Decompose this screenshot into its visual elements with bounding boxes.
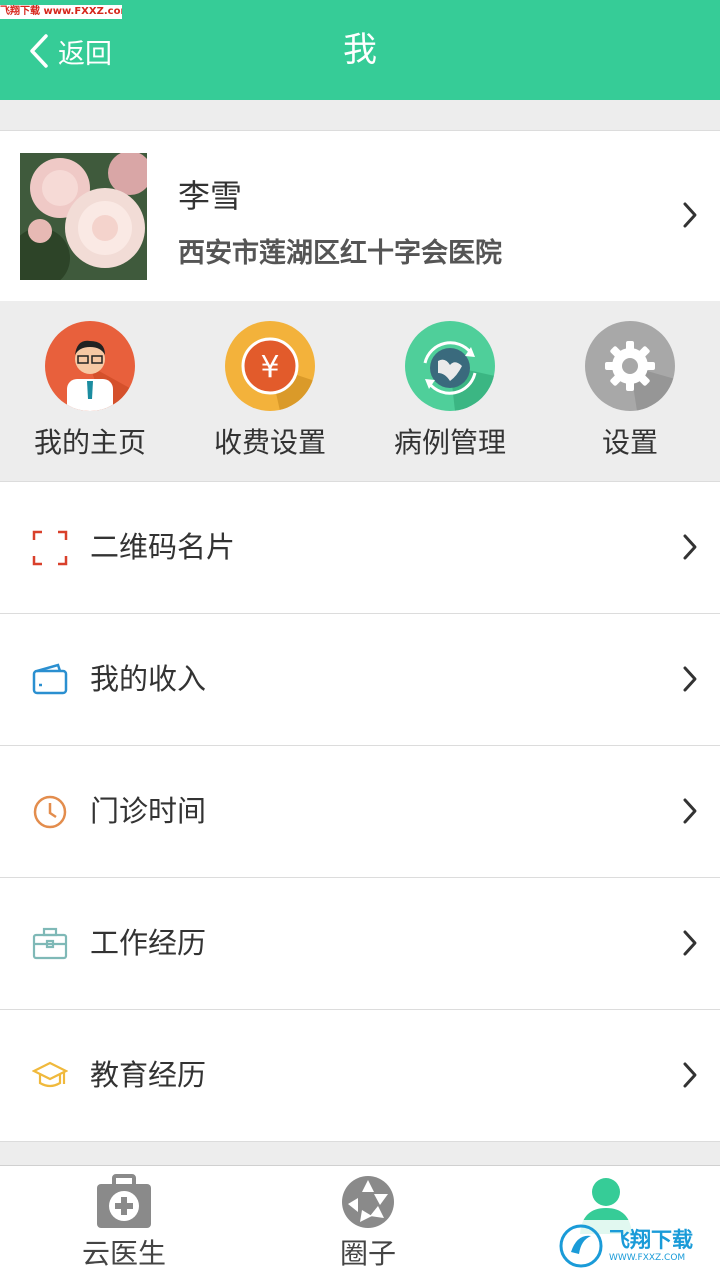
aperture-icon — [342, 1176, 394, 1228]
quick-label: 我的主页 — [33, 426, 146, 459]
menu-label: 工作经历 — [90, 926, 207, 960]
graduation-cap-icon — [32, 1061, 68, 1088]
medical-kit-icon — [97, 1174, 151, 1228]
tab-circle[interactable]: 圈子 — [248, 1174, 488, 1272]
svg-text:¥: ¥ — [260, 350, 279, 385]
menu-label: 二维码名片 — [90, 530, 236, 564]
chevron-right-icon — [683, 202, 697, 228]
chevron-right-icon — [683, 666, 697, 692]
globe-refresh-icon — [405, 321, 495, 411]
qr-scan-icon — [32, 530, 68, 566]
yuan-icon: ¥ — [225, 321, 315, 411]
watermark-main: 飞翔下载 — [609, 1227, 693, 1252]
menu-label: 门诊时间 — [90, 794, 207, 828]
clock-icon — [33, 795, 67, 829]
tab-label: 云医生 — [81, 1237, 166, 1270]
doctor-avatar-icon — [45, 321, 135, 411]
chevron-right-icon — [683, 534, 697, 560]
menu-list: 二维码名片 我的收入 门诊时间 工作经历 教育经历 — [0, 482, 720, 1142]
menu-label: 我的收入 — [90, 662, 207, 696]
gear-icon — [585, 321, 675, 411]
menu-label: 教育经历 — [90, 1058, 207, 1092]
quick-fee-settings[interactable]: ¥ 收费设置 — [180, 321, 360, 461]
watermark-sub: WWW.FXXZ.COM — [609, 1252, 686, 1263]
back-button[interactable]: 返回 — [28, 28, 112, 74]
watermark-bottom: 飞翔下载 WWW.FXXZ.COM — [555, 1220, 710, 1272]
menu-item-work-history[interactable]: 工作经历 — [0, 878, 720, 1010]
quick-settings[interactable]: 设置 — [540, 321, 720, 461]
back-label: 返回 — [58, 38, 112, 70]
menu-item-income[interactable]: 我的收入 — [0, 614, 720, 746]
quick-label: 设置 — [601, 426, 658, 459]
quick-actions: 我的主页 ¥ 收费设置 病例管理 设置 — [0, 301, 720, 482]
chevron-right-icon — [683, 930, 697, 956]
quick-label: 病例管理 — [393, 426, 506, 459]
chevron-right-icon — [683, 798, 697, 824]
menu-item-clinic-hours[interactable]: 门诊时间 — [0, 746, 720, 878]
avatar — [20, 153, 147, 280]
quick-case-management[interactable]: 病例管理 — [360, 321, 540, 461]
menu-item-education[interactable]: 教育经历 — [0, 1010, 720, 1142]
profile-card[interactable]: 李雪 西安市莲湖区红十字会医院 — [0, 130, 720, 302]
profile-name: 李雪 — [178, 177, 243, 215]
tab-cloud-doctor[interactable]: 云医生 — [4, 1174, 244, 1272]
watermark-top: 飞翔下载 www.FXXZ.com — [0, 5, 122, 19]
watermark-logo-icon — [559, 1224, 603, 1268]
tab-label: 圈子 — [339, 1237, 396, 1270]
menu-item-qr-card[interactable]: 二维码名片 — [0, 482, 720, 614]
chevron-right-icon — [683, 1062, 697, 1088]
chevron-left-icon — [30, 34, 48, 68]
profile-hospital: 西安市莲湖区红十字会医院 — [178, 238, 502, 269]
quick-label: 收费设置 — [213, 426, 326, 459]
quick-my-homepage[interactable]: 我的主页 — [0, 321, 180, 461]
wallet-icon — [32, 663, 68, 695]
briefcase-icon — [32, 927, 68, 960]
